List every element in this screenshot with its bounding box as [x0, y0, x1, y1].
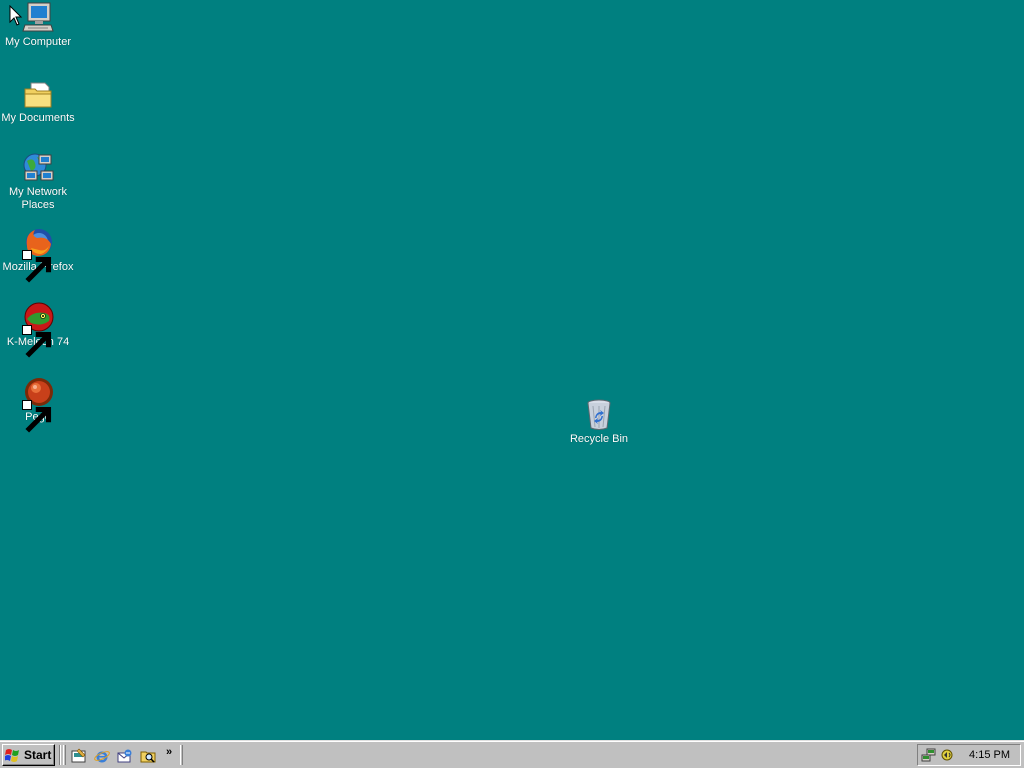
outlook-express-icon — [117, 749, 132, 763]
quick-launch-grip[interactable] — [63, 745, 66, 765]
mouse-cursor-icon — [9, 5, 23, 26]
shortcut-arrow-icon — [22, 325, 52, 358]
desktop-icon-label: My Documents — [1, 112, 75, 124]
desktop-icon-label: My Network Places — [8, 186, 68, 211]
windows-explorer-icon — [140, 751, 156, 763]
firefox-icon — [21, 226, 55, 283]
quick-launch-internet-explorer[interactable] — [93, 747, 111, 765]
windows-logo-icon — [5, 749, 19, 762]
taskbar-separator — [59, 745, 61, 765]
quick-launch-more-button[interactable]: » — [166, 746, 172, 758]
start-button[interactable]: Start — [2, 744, 55, 766]
system-tray: 4:15 PM — [917, 744, 1021, 766]
desktop-icon-label: Recycle Bin — [569, 433, 629, 445]
desktop-icon-network-places[interactable]: My Network Places — [0, 151, 76, 212]
taskbar-clock[interactable]: 4:15 PM — [969, 749, 1010, 761]
shortcut-arrow-icon — [22, 400, 52, 433]
network-places-icon — [21, 151, 55, 185]
desktop-icon-k-meleon[interactable]: K-Meleon 74 — [0, 301, 76, 358]
my-documents-icon — [21, 77, 55, 111]
pego-icon — [21, 376, 55, 433]
taskbar: Start » 4:15 PM — [0, 740, 1024, 768]
desktop-icon-pego[interactable]: Pego — [0, 376, 76, 433]
k-meleon-icon — [21, 301, 55, 358]
network-tray-icon[interactable] — [921, 747, 937, 763]
desktop-icon-recycle-bin[interactable]: Recycle Bin — [561, 398, 637, 446]
quick-launch-outlook-express[interactable] — [116, 747, 134, 765]
show-desktop-icon — [71, 748, 86, 763]
taskbar-grip[interactable] — [180, 745, 183, 765]
desktop-icon-label: My Computer — [4, 36, 72, 48]
quick-launch-windows-explorer[interactable] — [139, 747, 157, 765]
desktop[interactable]: My Computer My Documents My Network Plac… — [0, 0, 1024, 740]
internet-explorer-icon — [94, 751, 110, 763]
shortcut-arrow-icon — [22, 250, 52, 283]
volume-tray-icon[interactable] — [939, 747, 955, 763]
quick-launch-show-desktop[interactable] — [70, 747, 88, 765]
desktop-icon-mozilla-firefox[interactable]: Mozilla Firefox — [0, 226, 76, 283]
start-label: Start — [24, 748, 52, 762]
recycle-bin-icon — [582, 398, 616, 432]
desktop-icon-my-documents[interactable]: My Documents — [0, 77, 76, 125]
my-computer-icon — [21, 1, 55, 35]
